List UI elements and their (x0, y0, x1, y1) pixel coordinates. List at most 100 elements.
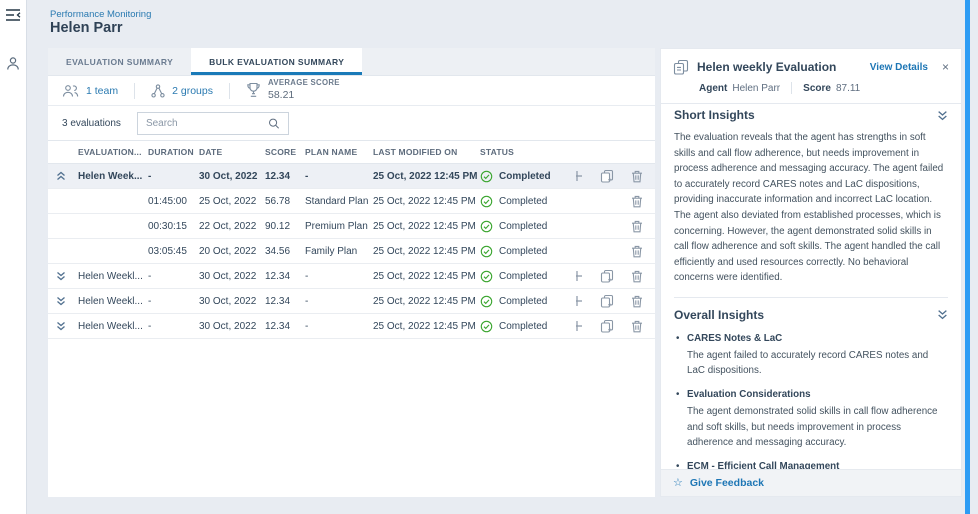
plan-name-cell: - (305, 296, 373, 307)
collapse-menu-icon[interactable] (5, 7, 21, 23)
table-row[interactable]: Helen Weekl... - 30 Oct, 2022 12.34 - 25… (48, 264, 655, 289)
last-modified-cell: 25 Oct, 2022 12:45 PM (373, 321, 480, 332)
date-cell: 30 Oct, 2022 (199, 271, 265, 282)
delete-evaluation-icon[interactable] (631, 245, 643, 258)
table-row[interactable]: Helen Weekl... - 30 Oct, 2022 12.34 - 25… (48, 289, 655, 314)
evaluation-card: EVALUATION SUMMARY BULK EVALUATION SUMMA… (48, 48, 655, 497)
copy-evaluation-icon[interactable] (600, 169, 614, 183)
view-details-link[interactable]: View Details (870, 62, 928, 73)
last-modified-cell: 25 Oct, 2022 12:45 PM (373, 246, 480, 257)
evaluation-name-cell: Helen Weekl... (78, 271, 148, 282)
delete-evaluation-icon[interactable] (631, 170, 643, 183)
table-header-row: EVALUATION... DURATION DATE SCORE PLAN N… (48, 140, 655, 164)
insights-panel: Helen weekly Evaluation View Details × A… (660, 48, 962, 497)
completed-check-icon (480, 170, 493, 183)
expand-row-icon[interactable] (56, 321, 66, 331)
insights-panel-body: Short Insights The evaluation reveals th… (661, 98, 961, 469)
plan-name-cell: Premium Plan (305, 221, 373, 232)
date-cell: 30 Oct, 2022 (199, 296, 265, 307)
status-cell: Completed (480, 195, 576, 208)
tab-evaluation-summary[interactable]: EVALUATION SUMMARY (48, 48, 191, 75)
column-header-date: DATE (199, 147, 265, 157)
delete-evaluation-icon[interactable] (631, 195, 643, 208)
tab-bar: EVALUATION SUMMARY BULK EVALUATION SUMMA… (48, 48, 655, 76)
score-cell: 12.34 (265, 271, 305, 282)
evaluation-name-cell: Helen Weekl... (78, 321, 148, 332)
status-label: Completed (499, 321, 547, 332)
divider (229, 83, 230, 99)
groups-stat[interactable]: 2 groups (151, 84, 213, 98)
copy-evaluation-icon[interactable] (600, 319, 614, 333)
table-row[interactable]: 01:45:00 25 Oct, 2022 56.78 Standard Pla… (48, 189, 655, 214)
score-cell: 12.34 (265, 296, 305, 307)
insight-item-heading: CARES Notes & LaC (687, 333, 948, 344)
add-evaluation-icon[interactable] (576, 270, 583, 282)
plan-name-cell: Standard Plan (305, 196, 373, 207)
completed-check-icon (480, 270, 493, 283)
column-header-evaluation: EVALUATION... (78, 147, 148, 157)
table-row[interactable]: 00:30:15 22 Oct, 2022 90.12 Premium Plan… (48, 214, 655, 239)
short-insights-text: The evaluation reveals that the agent ha… (674, 130, 948, 286)
duration-cell: - (148, 321, 199, 332)
expand-row-icon[interactable] (56, 271, 66, 281)
give-feedback-label: Give Feedback (690, 477, 764, 489)
stats-row: 1 team 2 groups (48, 76, 655, 106)
status-cell: Completed (480, 270, 576, 283)
column-header-last-modified: LAST MODIFIED ON (373, 147, 480, 157)
evaluation-name-cell: Helen Weekl... (78, 296, 148, 307)
insight-item-heading: ECM - Efficient Call Management (687, 461, 948, 469)
delete-evaluation-icon[interactable] (631, 270, 643, 283)
collapse-short-insights-icon[interactable] (937, 110, 948, 121)
add-evaluation-icon[interactable] (576, 320, 583, 332)
user-icon[interactable] (5, 55, 21, 71)
table-row[interactable]: Helen Week... - 30 Oct, 2022 12.34 - 25 … (48, 164, 655, 189)
score-cell: 90.12 (265, 221, 305, 232)
collapse-overall-insights-icon[interactable] (937, 309, 948, 320)
collapse-row-icon[interactable] (56, 171, 66, 181)
duration-cell: 01:45:00 (148, 196, 199, 207)
copy-evaluation-icon[interactable] (600, 269, 614, 283)
completed-check-icon (480, 320, 493, 333)
status-cell: Completed (480, 320, 576, 333)
duration-cell: 00:30:15 (148, 221, 199, 232)
search-input[interactable] (146, 118, 268, 129)
date-cell: 22 Oct, 2022 (199, 221, 265, 232)
insight-item-heading: Evaluation Considerations (687, 389, 948, 400)
column-header-duration: DURATION (148, 147, 199, 157)
sidebar (0, 0, 27, 514)
overall-insights-heading: Overall Insights (674, 308, 764, 322)
breadcrumb[interactable]: Performance Monitoring (50, 9, 151, 20)
star-icon: ☆ (673, 478, 683, 489)
team-icon (62, 84, 79, 98)
short-insights-heading: Short Insights (674, 108, 755, 122)
vertical-scrollbar[interactable] (965, 0, 970, 514)
copy-evaluation-icon[interactable] (600, 294, 614, 308)
delete-evaluation-icon[interactable] (631, 220, 643, 233)
team-stat[interactable]: 1 team (62, 84, 118, 98)
plan-name-cell: Family Plan (305, 246, 373, 257)
add-evaluation-icon[interactable] (576, 295, 583, 307)
insight-item-body: The agent demonstrated solid skills in c… (687, 404, 948, 450)
tab-bulk-evaluation-summary[interactable]: BULK EVALUATION SUMMARY (191, 48, 362, 75)
score-cell: 34.56 (265, 246, 305, 257)
expand-row-icon[interactable] (56, 296, 66, 306)
duration-cell: - (148, 296, 199, 307)
search-row: 3 evaluations (48, 106, 655, 140)
search-icon[interactable] (268, 117, 280, 130)
duration-cell: 03:05:45 (148, 246, 199, 257)
delete-evaluation-icon[interactable] (631, 295, 643, 308)
groups-icon (151, 84, 165, 98)
give-feedback-button[interactable]: ☆ Give Feedback (661, 469, 961, 496)
close-icon[interactable]: × (942, 61, 949, 73)
overall-insights-list: CARES Notes & LaC The agent failed to ac… (674, 333, 948, 469)
table-row[interactable]: Helen Weekl... - 30 Oct, 2022 12.34 - 25… (48, 314, 655, 339)
status-label: Completed (499, 171, 551, 182)
table-row[interactable]: 03:05:45 20 Oct, 2022 34.56 Family Plan … (48, 239, 655, 264)
team-stat-label: 1 team (86, 85, 118, 97)
date-cell: 30 Oct, 2022 (199, 321, 265, 332)
score-cell: 12.34 (265, 321, 305, 332)
delete-evaluation-icon[interactable] (631, 320, 643, 333)
last-modified-cell: 25 Oct, 2022 12:45 PM (373, 196, 480, 207)
add-evaluation-icon[interactable] (576, 170, 583, 182)
status-label: Completed (499, 271, 547, 282)
